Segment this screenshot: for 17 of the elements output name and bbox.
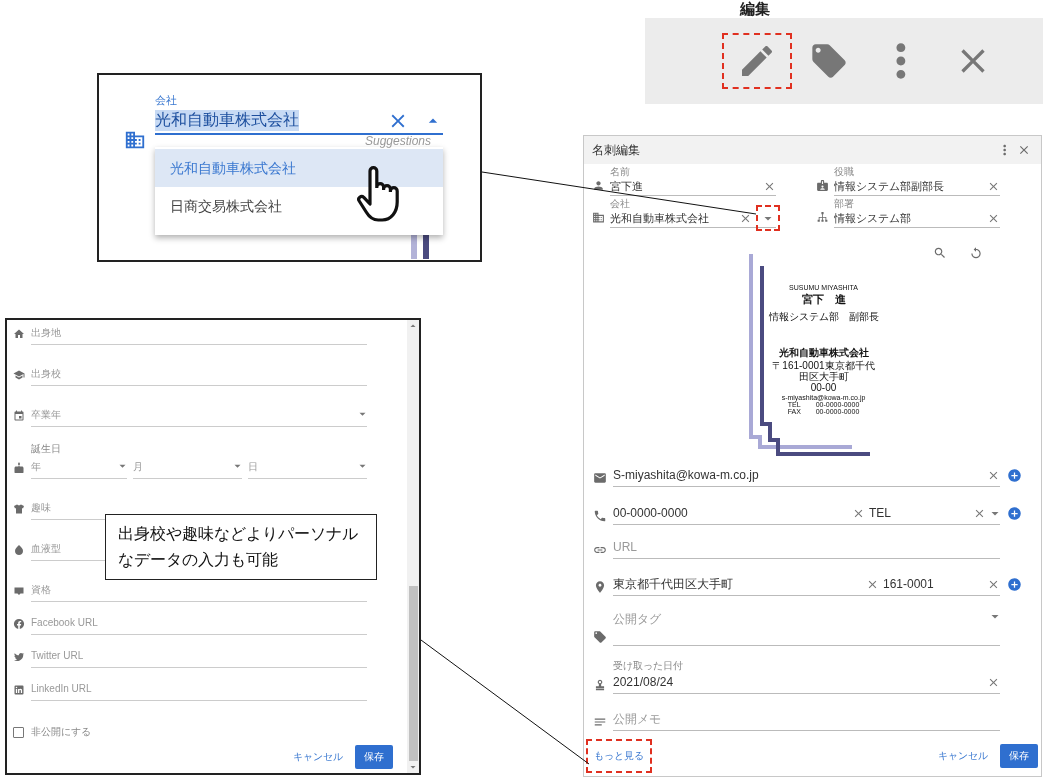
field-label: 役職: [834, 166, 855, 177]
field-label: 部署: [834, 198, 855, 209]
caption-tooltip: 出身校や趣味などよりパーソナルなデータの入力も可能: [105, 514, 377, 580]
field-label: 会社: [610, 198, 631, 209]
suggestions-hint: Suggestions: [364, 135, 431, 147]
card-company: 光和自動車株式会社: [778, 346, 869, 360]
field-label: 名前: [610, 166, 631, 177]
toolbar-title: 編集: [740, 0, 771, 18]
card-name: 宮下 進: [801, 292, 846, 307]
field-label: 受け取った日付: [613, 660, 684, 671]
field-label: 会社: [155, 93, 178, 108]
checkbox-label: 非公開にする: [31, 725, 91, 739]
card-title: 情報システム部 副部長: [768, 310, 879, 324]
card-address: 00-00: [810, 382, 837, 393]
field-label: 誕生日: [31, 443, 62, 454]
dialog-title: 名刺編集: [592, 141, 640, 159]
card-address: 〒161-0001東京都千代田区大手町: [771, 360, 876, 382]
